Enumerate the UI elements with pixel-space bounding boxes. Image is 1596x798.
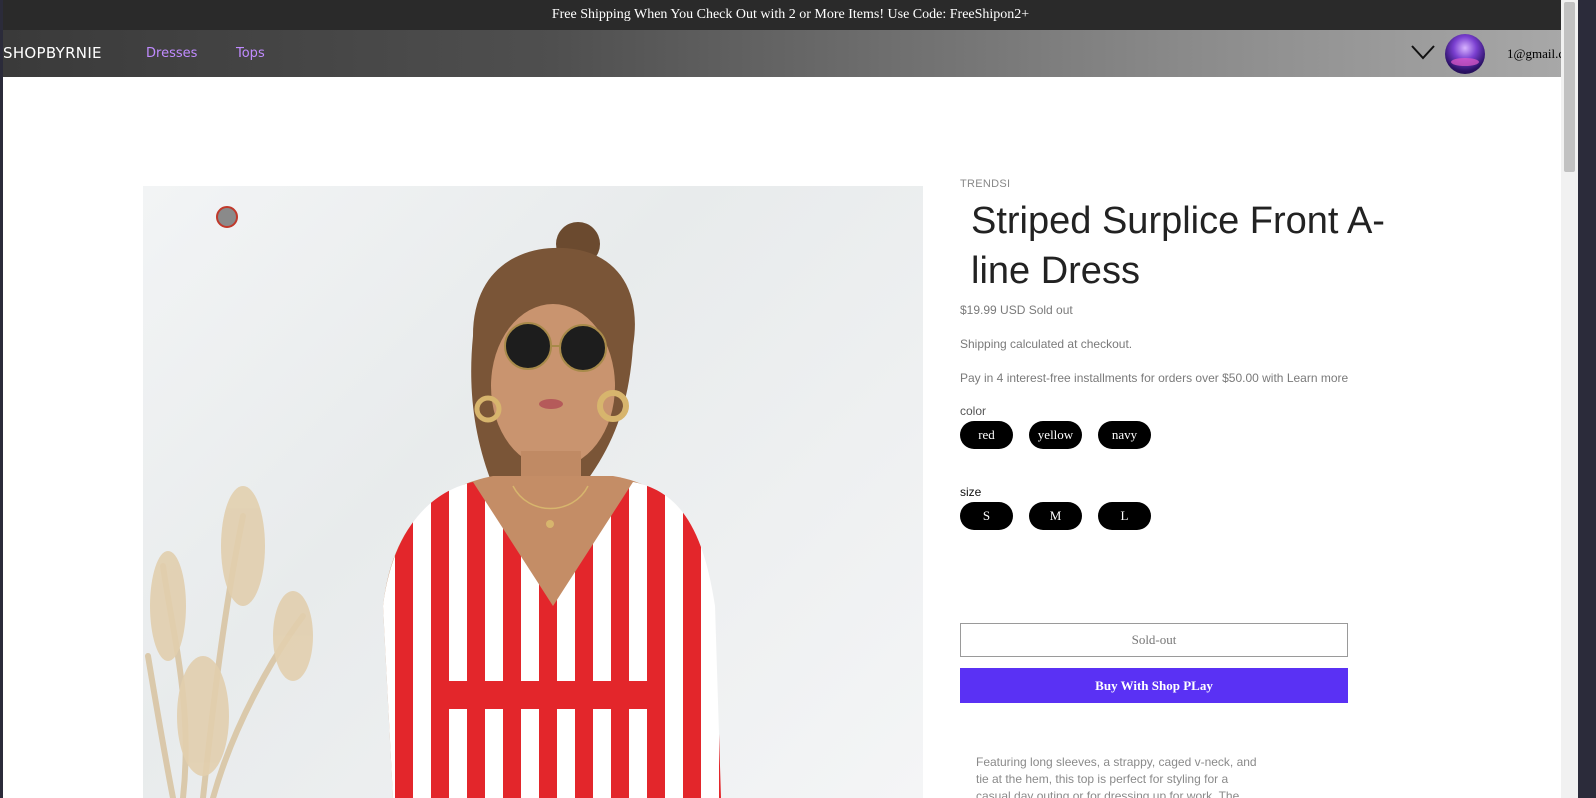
browser-page: Free Shipping When You Check Out with 2 … [3,0,1578,798]
size-option-l[interactable]: L [1098,502,1151,530]
color-label: color [960,404,987,418]
nav-link-dresses[interactable]: Dresses [146,30,197,77]
product-vendor: TRENDSI [960,178,1011,190]
color-option-yellow[interactable]: yellow [1029,421,1082,449]
product-image[interactable] [143,186,923,798]
announcement-bar: Free Shipping When You Check Out with 2 … [3,0,1578,30]
scrollbar-thumb[interactable] [1564,2,1575,172]
shipping-note: Shipping calculated at checkout. [960,337,1133,351]
product-photo-illustration [145,222,721,798]
announcement-text: Free Shipping When You Check Out with 2 … [551,7,1030,22]
nav-link-tops[interactable]: Tops [236,30,265,77]
avatar[interactable] [1445,34,1485,74]
product-title: Striped Surplice Front A-line Dress [971,200,1385,292]
page-scrollbar[interactable] [1561,0,1578,798]
color-option-red[interactable]: red [960,421,1013,449]
color-option-navy[interactable]: navy [1098,421,1151,449]
size-option-s[interactable]: S [960,502,1013,530]
store-logo[interactable]: SHOPBYRNIE [3,30,102,77]
product-price: $19.99 USD Sold out [960,303,1073,317]
product-description: Featuring long sleeves, a strappy, caged… [976,755,1257,798]
sold-out-button: Sold-out [960,623,1348,657]
buy-with-shop-pay-button[interactable]: Buy With Shop PLay [960,668,1348,703]
size-option-m[interactable]: M [1029,502,1082,530]
size-label: size [960,485,982,499]
cursor-indicator [216,206,238,228]
installments-note: Pay in 4 interest-free installments for … [960,371,1349,385]
chevron-down-icon[interactable] [1410,41,1436,63]
top-navigation: SHOPBYRNIE Dresses Tops 1@gmail.com [3,30,1578,77]
